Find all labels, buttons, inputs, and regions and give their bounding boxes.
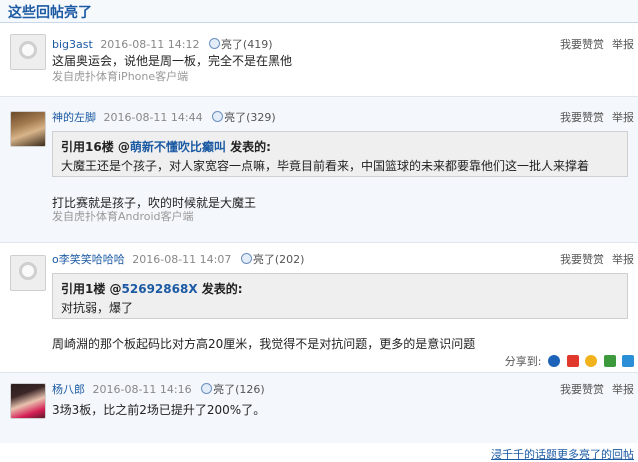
light-count: 亮了(419)	[220, 38, 273, 51]
light-count: 亮了(202)	[252, 253, 305, 266]
post-actions: 我要赞赏 举报	[552, 36, 634, 52]
light-button[interactable]: 亮了(419)	[208, 38, 273, 51]
light-button[interactable]: 亮了(329)	[212, 111, 276, 124]
post-username[interactable]: 杨八郎	[52, 383, 85, 396]
section-title: 这些回帖亮了	[8, 5, 92, 21]
light-button[interactable]: 亮了(202)	[240, 253, 305, 266]
post-text: 这届奥运会，说他是周一板，完全不是在黑他	[52, 54, 293, 68]
post-text: 3场3板，比之前2场已提升了200%了。	[52, 403, 266, 417]
light-count: 亮了(329)	[224, 111, 276, 124]
light-button[interactable]: 亮了(126)	[201, 383, 265, 396]
post-meta: 神的左脚 2016-08-11 14:44 亮了(329)	[52, 109, 276, 125]
avatar[interactable]	[10, 383, 46, 419]
post-time: 2016-08-11 14:16	[92, 383, 192, 396]
quote-username[interactable]: 52692868X	[122, 282, 198, 296]
post-username[interactable]: big3ast	[52, 38, 93, 51]
light-bulb-icon	[212, 111, 224, 122]
post-meta: big3ast 2016-08-11 14:12 亮了(419)	[52, 36, 273, 52]
post-item: 杨八郎 2016-08-11 14:16 亮了(126) 我要赞赏 举报 3场3板…	[0, 373, 638, 443]
post-meta: 杨八郎 2016-08-11 14:16 亮了(126)	[52, 381, 265, 397]
reward-link[interactable]: 我要赞赏	[560, 253, 604, 266]
quote-header: 引用1楼 @52692868X 发表的:	[61, 282, 243, 296]
report-link[interactable]: 举报	[612, 383, 634, 396]
post-text: 周崎淵的那个板起码比对方高20厘米，我觉得不是对抗问题，更多的是意识问题	[52, 337, 476, 351]
post-item: 神的左脚 2016-08-11 14:44 亮了(329) 我要赞赏 举报 引用1…	[0, 97, 638, 242]
quote-username[interactable]: 萌新不懂吹比癫叫	[130, 140, 226, 154]
reward-link[interactable]: 我要赞赏	[560, 383, 604, 396]
post-item: o李笑笑哈哈哈 2016-08-11 14:07 亮了(202) 我要赞赏 举报 …	[0, 243, 638, 371]
light-bulb-icon	[240, 253, 252, 264]
quote-text: 对抗弱，爆了	[61, 301, 134, 315]
light-bulb-icon	[201, 383, 213, 394]
post-meta: o李笑笑哈哈哈 2016-08-11 14:07 亮了(202)	[52, 251, 304, 267]
post-time: 2016-08-11 14:44	[103, 111, 203, 124]
tencent-icon[interactable]	[622, 355, 634, 367]
quote-text: 大魔王还是个孩子，对人家宽容一点嘛，毕竟目前看来，中国篮球的未来都要靠他们这一批…	[61, 159, 590, 173]
light-count: 亮了(126)	[213, 383, 265, 396]
douban-icon[interactable]	[603, 355, 616, 367]
post-time: 2016-08-11 14:12	[100, 38, 200, 51]
post-actions: 我要赞赏 举报	[552, 381, 634, 397]
reward-link[interactable]: 我要赞赏	[560, 111, 604, 124]
report-link[interactable]: 举报	[612, 38, 634, 51]
post-client: 发自虎扑体育iPhone客户端	[52, 70, 189, 83]
quote-header: 引用16楼 @萌新不懂吹比癫叫 发表的:	[61, 140, 271, 154]
weibo-icon[interactable]	[566, 355, 579, 367]
quote-block: 引用16楼 @萌新不懂吹比癫叫 发表的: 大魔王还是个孩子，对人家宽容一点嘛，毕…	[52, 131, 628, 177]
report-link[interactable]: 举报	[612, 111, 634, 124]
share-bar: 分享到:	[505, 353, 634, 369]
default-avatar-icon[interactable]	[10, 255, 46, 291]
renren-icon[interactable]	[548, 355, 560, 367]
quote-block: 引用1楼 @52692868X 发表的: 对抗弱，爆了	[52, 273, 628, 319]
post-client: 发自虎扑体育Android客户端	[52, 210, 194, 223]
avatar[interactable]	[10, 111, 46, 147]
share-label: 分享到:	[504, 355, 542, 368]
post-time: 2016-08-11 14:07	[132, 253, 232, 266]
report-link[interactable]: 举报	[612, 253, 634, 266]
default-avatar-icon[interactable]	[10, 34, 46, 70]
post-username[interactable]: 神的左脚	[52, 111, 96, 124]
post-actions: 我要赞赏 举报	[552, 109, 634, 125]
post-actions: 我要赞赏 举报	[552, 251, 634, 267]
reward-link[interactable]: 我要赞赏	[560, 38, 604, 51]
post-username[interactable]: o李笑笑哈哈哈	[52, 253, 125, 266]
qzone-icon[interactable]	[585, 355, 597, 367]
more-replies-link[interactable]: 浸千千的话题更多亮了的回帖	[491, 446, 634, 462]
light-bulb-icon	[208, 38, 220, 49]
section-header: 这些回帖亮了	[0, 0, 638, 23]
post-item: big3ast 2016-08-11 14:12 亮了(419) 我要赞赏 举报 …	[0, 28, 638, 88]
